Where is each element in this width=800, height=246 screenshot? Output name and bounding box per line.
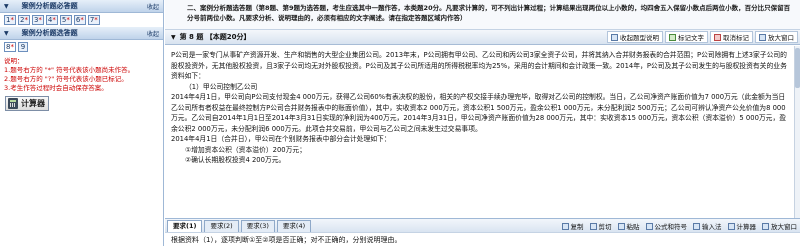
question-number-1[interactable]: 1*: [4, 15, 16, 25]
tab-requirement-3[interactable]: 要求(3): [240, 220, 275, 232]
question-title-text: 第 8 题 【本题20分】: [179, 33, 251, 41]
highlight-icon: [669, 33, 676, 41]
note-line: 2.题号右方的 "?" 符号代表该小题已标记。: [4, 75, 128, 83]
content-paragraph: 2014年4月1日，甲公司向P公司支付现金4 000万元，获得乙公司60%有表决…: [171, 93, 787, 133]
optional-section-header[interactable]: ▼ 案例分析题选答题 收起: [0, 27, 163, 40]
enlarge-window-button[interactable]: 放大窗口: [755, 31, 798, 43]
content-item: ②确认长期股权投资4 200万元。: [185, 156, 286, 164]
note-line: 1.题号右方的 "*" 符号代表该小题尚未作答。: [4, 66, 135, 74]
collapse-link[interactable]: 收起: [147, 2, 159, 11]
formula-symbol-button[interactable]: 公式和符号: [643, 220, 691, 232]
question-number-2[interactable]: 2*: [17, 15, 30, 25]
optional-section-label: 案例分析题选答题: [21, 29, 78, 37]
tab-requirement-2[interactable]: 要求(2): [204, 220, 239, 232]
keyboard-icon: [693, 222, 700, 230]
notes: 说明： 1.题号右方的 "*" 符号代表该小题尚未作答。 2.题号右方的 "?"…: [0, 54, 163, 93]
calculator-label: 计算器: [21, 99, 45, 108]
mark-text-button[interactable]: 标记文字: [665, 31, 708, 43]
required-section-header[interactable]: ▼ 案例分析题必答题 收起: [0, 0, 163, 13]
collapse-triangle-icon: ▼: [4, 2, 9, 10]
content-paragraph: 2014年4月1日（合并日），甲公司在个别财务报表中部分会计处理如下：: [171, 135, 391, 143]
question-title: ▼ 第 8 题 【本题20分】: [171, 32, 607, 42]
question-number-5[interactable]: 5*: [59, 15, 72, 25]
calculator-button[interactable]: 计算器: [5, 96, 49, 111]
scissors-icon: [589, 222, 597, 230]
maximize-icon: [759, 33, 766, 41]
calculator-icon: [8, 98, 18, 109]
content-item: ①增加资本公积（资本溢价）200万元；: [185, 145, 307, 154]
content-paragraph: P公司是一家专门从事矿产资源开发、生产和销售的大型企业集团公司。2013年末，P…: [171, 51, 787, 80]
copy-icon: [561, 222, 569, 230]
question-number-4[interactable]: 4*: [45, 15, 58, 25]
collapse-link[interactable]: 收起: [147, 29, 159, 38]
copy-button[interactable]: 复制: [559, 220, 587, 232]
cut-button[interactable]: 剪切: [587, 220, 615, 232]
answer-calculator-button[interactable]: 计算器: [725, 220, 760, 232]
triangle-icon: ▼: [171, 33, 176, 41]
tab-requirement-4[interactable]: 要求(4): [276, 220, 312, 232]
required-section-label: 案例分析题必答题: [21, 2, 78, 10]
question-number-3[interactable]: 3*: [31, 15, 44, 25]
question-number-6[interactable]: 6*: [73, 15, 86, 25]
answer-input[interactable]: 根据资料（1），逐项判断①至②项是否正确；对不正确的，分别说明理由。: [165, 232, 800, 246]
required-question-list: 1* 2* 3* 4* 5* 6* 7*: [0, 13, 163, 27]
note-line: 3.考生作答过程时会自动保存答案。: [4, 84, 108, 92]
question-number-8[interactable]: 8*: [4, 42, 16, 52]
input-method-button[interactable]: 输入法: [690, 220, 725, 232]
optional-question-list: 8* 9: [0, 40, 163, 54]
calculator-icon: [727, 222, 735, 230]
eraser-icon: [714, 33, 721, 41]
answer-tabbar: 要求(1) 要求(2) 要求(3) 要求(4) 复制 剪切 粘贴 公式和符号 输…: [165, 218, 800, 232]
question-navigator: ▼ 案例分析题必答题 收起 1* 2* 3* 4* 5* 6* 7* ▼ 案例分…: [0, 0, 164, 246]
question-toolbar: ▼ 第 8 题 【本题20分】 收起题型说明 标记文字 取消标记 放大窗口: [165, 30, 800, 45]
collapse-triangle-icon: ▼: [4, 29, 9, 37]
collapse-instructions-button[interactable]: 收起题型说明: [607, 31, 663, 43]
paste-icon: [617, 222, 625, 230]
question-number-7[interactable]: 7*: [87, 15, 100, 25]
unmark-button[interactable]: 取消标记: [710, 31, 753, 43]
paste-button[interactable]: 粘贴: [615, 220, 643, 232]
tab-requirement-1[interactable]: 要求(1): [167, 220, 203, 232]
question-area: 二、案例分析题选答题（第8题、第9题为选答题，考生应选其中一题作答，本类题20分…: [165, 0, 800, 246]
section-instructions: 二、案例分析题选答题（第8题、第9题为选答题，考生应选其中一题作答，本类题20分…: [165, 0, 800, 30]
content-scrollbar[interactable]: [794, 46, 800, 218]
collapse-icon: [611, 33, 618, 41]
answer-enlarge-button[interactable]: 放大窗口: [759, 220, 800, 232]
question-number-9[interactable]: 9: [17, 42, 28, 52]
maximize-icon: [762, 222, 769, 230]
scrollbar-thumb[interactable]: [795, 48, 800, 88]
content-subheading: （1）甲公司控制乙公司: [185, 82, 258, 91]
notes-title: 说明：: [4, 57, 24, 65]
sigma-icon: [645, 222, 653, 230]
question-content: P公司是一家专门从事矿产资源开发、生产和销售的大型企业集团公司。2013年末，P…: [165, 46, 794, 218]
